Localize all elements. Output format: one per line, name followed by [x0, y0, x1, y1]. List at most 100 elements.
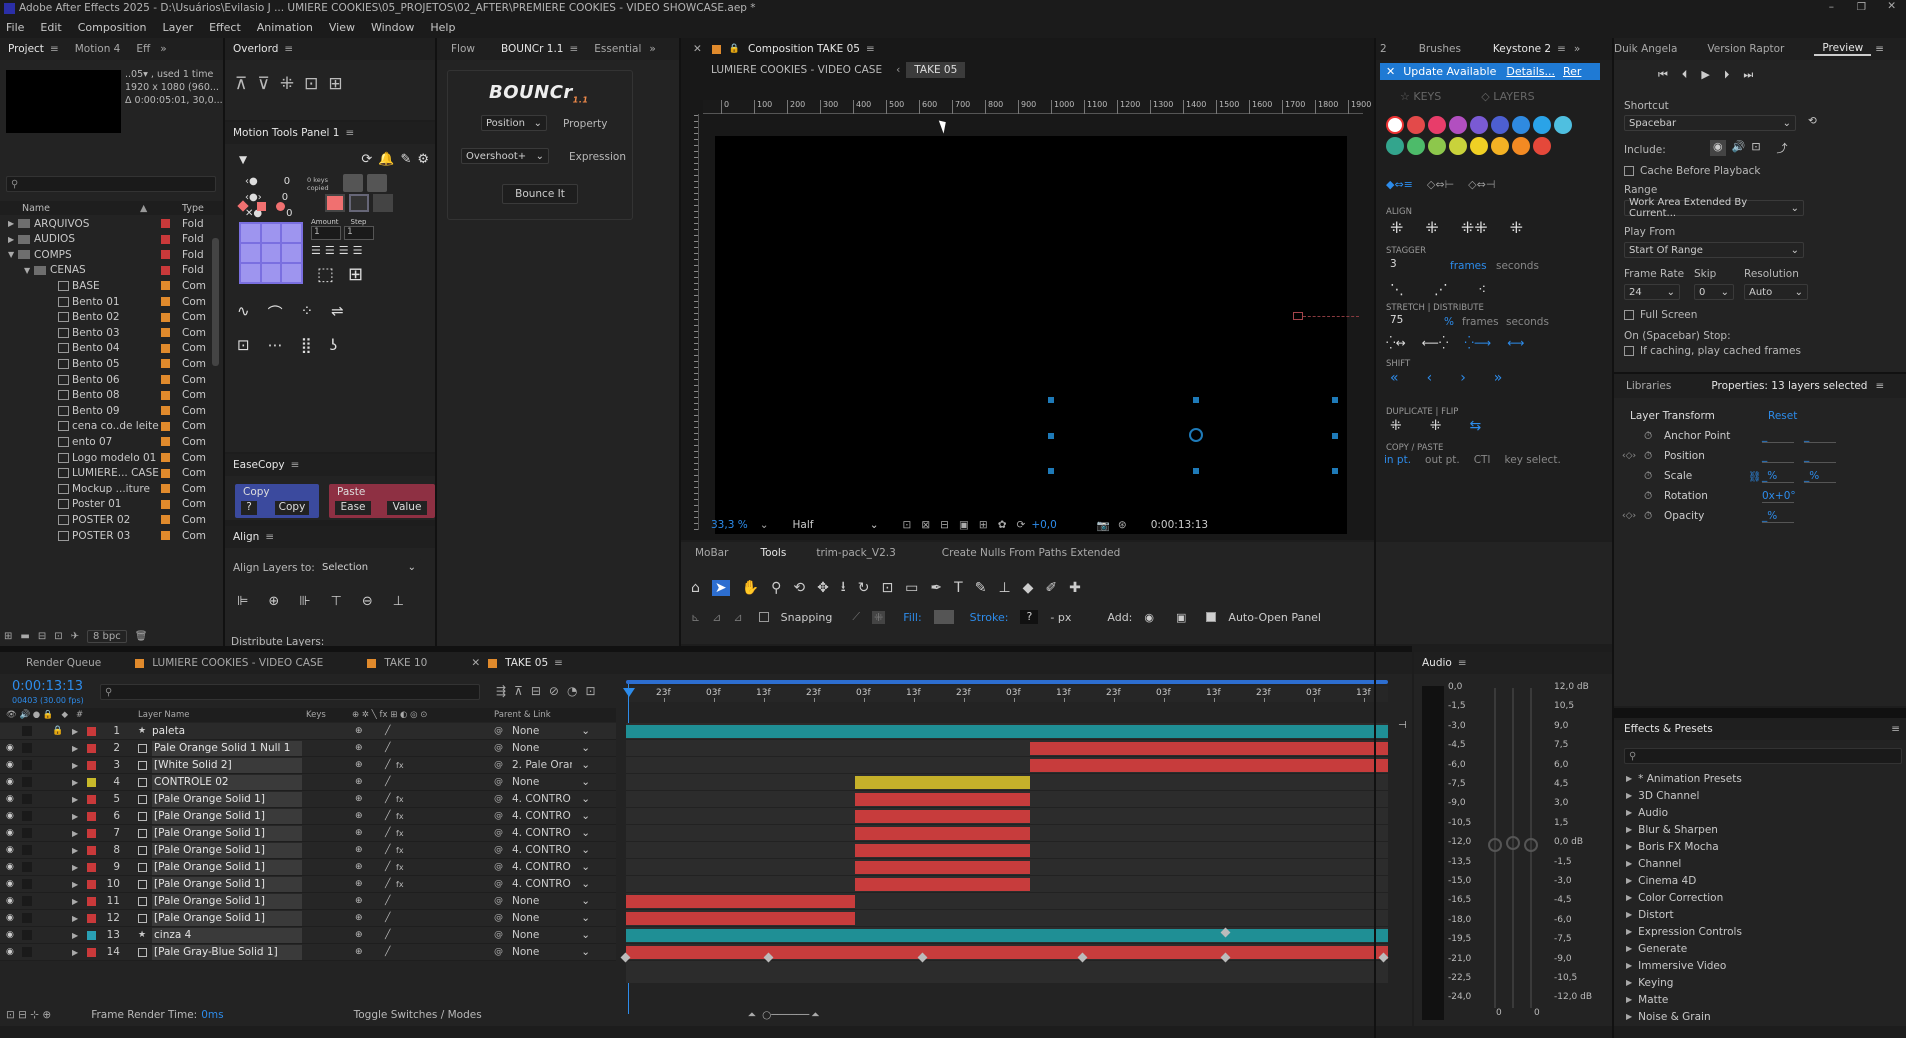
tab-duik[interactable]: Duik Angela	[1614, 43, 1685, 55]
expand-arrow-icon[interactable]: ▶	[72, 761, 78, 770]
align-vcenter-icon[interactable]: ⊖	[362, 594, 373, 609]
visibility-eye-icon[interactable]: ◉	[6, 947, 14, 957]
visibility-eye-icon[interactable]: ◉	[6, 862, 14, 872]
playhead-head-icon[interactable]	[623, 688, 635, 697]
tab-align[interactable]: Align ≡	[225, 531, 282, 543]
view-axis-icon[interactable]: ⊿	[733, 611, 742, 624]
guides-icon[interactable]: ⊞	[979, 519, 988, 531]
align-keys-left-icon[interactable]: ⁜	[1390, 218, 1403, 237]
pickwhip-icon[interactable]: @	[494, 913, 503, 923]
switch-collapse-icon[interactable]: ⊕	[355, 811, 363, 821]
new-folder-icon[interactable]: ▬	[20, 631, 29, 642]
pan-behind-tool-icon[interactable]: ⊡	[881, 580, 893, 596]
timeline-vscroll-icon[interactable]: ⊣	[1398, 720, 1407, 731]
bell-icon[interactable]: 🔔	[378, 152, 394, 167]
overlord-pull-icon[interactable]: ⊽	[257, 74, 269, 94]
project-comp[interactable]: Logo modelo 01 Com	[0, 450, 212, 465]
stroke-label[interactable]: Stroke:	[970, 611, 1009, 624]
stretch-from-icon[interactable]: ⁛⟶	[1464, 336, 1491, 350]
key-square-icon[interactable]	[257, 202, 266, 211]
parent-select[interactable]: 4. CONTRO ⌄	[512, 810, 590, 822]
stagger-input[interactable]: 3	[1386, 258, 1436, 274]
stretch-both-icon[interactable]: ⟷	[1507, 336, 1524, 350]
property-value-1[interactable]: _%	[1762, 470, 1794, 483]
layer-row[interactable]: ◉ ▶ 14 [Pale Gray-Blue Solid 1] ⊕ ╱ @ None ⌄	[0, 944, 616, 961]
pen-tool-icon[interactable]: ✒	[930, 580, 942, 596]
layer-label-color[interactable]	[87, 812, 96, 821]
parent-select[interactable]: 4. CONTRO ⌄	[512, 844, 590, 856]
layer-label-color[interactable]	[87, 727, 96, 736]
effect-category[interactable]: ▶ Cinema 4D	[1620, 872, 1900, 889]
parent-select[interactable]: None ⌄	[512, 929, 590, 941]
effect-category[interactable]: ▶ Immersive Video	[1620, 957, 1900, 974]
effect-category[interactable]: ▶ Boris FX Mocha	[1620, 838, 1900, 855]
visibility-eye-icon[interactable]: ◉	[6, 913, 14, 923]
stretch-seconds-option[interactable]: seconds	[1506, 316, 1549, 328]
tab-project[interactable]: Project ≡	[0, 43, 67, 55]
switch-quality-icon[interactable]: ╱	[385, 879, 390, 889]
motion-blur-icon[interactable]: ◔	[567, 684, 577, 698]
layer-duration-bar[interactable]	[854, 810, 1030, 823]
timeline-ruler[interactable]: 23f 03f 13f 23f 03f 13f 23f 03f 13f 23f 03f 13f 23f 0…	[626, 686, 1388, 702]
menu-item-edit[interactable]: Edit	[40, 21, 61, 34]
dolly-tool-icon[interactable]: ⭳	[841, 576, 846, 600]
close-tab-icon[interactable]: ✕	[693, 43, 702, 55]
layer-duration-bar[interactable]	[1029, 759, 1388, 772]
tab-take10[interactable]: TAKE 10	[376, 657, 435, 669]
stretch-in-icon[interactable]: ⁛↔	[1386, 336, 1406, 350]
selection-tool-icon[interactable]: ➤	[711, 580, 730, 596]
rect-red-button[interactable]	[325, 194, 345, 212]
visibility-eye-icon[interactable]: ◉	[6, 760, 14, 770]
skip-select[interactable]: 0 ⌄	[1694, 284, 1734, 300]
visibility-eye-icon[interactable]: ◉	[6, 828, 14, 838]
parent-select[interactable]: 4. CONTRO ⌄	[512, 878, 590, 890]
shift-first-icon[interactable]: «	[1390, 370, 1399, 386]
tab-effects[interactable]: Eff	[128, 43, 158, 55]
overlord-add-icon[interactable]: ⊞	[328, 74, 342, 94]
effect-category[interactable]: ▶ Keying	[1620, 974, 1900, 991]
color-swatch[interactable]	[1533, 137, 1551, 155]
grid-icon[interactable]: ⊞	[348, 264, 363, 285]
current-time[interactable]: 0:00:13:13	[12, 679, 83, 694]
shy-layers-icon[interactable]: ⊟	[531, 684, 541, 698]
project-folder[interactable]: ▼ COMPS Fold	[0, 247, 212, 262]
rectangle-tool-icon[interactable]: ▭	[905, 580, 918, 596]
panel-menu-icon[interactable]: ≡	[1875, 43, 1884, 55]
layer-row[interactable]: ◉ ▶ 7 [Pale Orange Solid 1] ⊕ ╱ fx @4. CONTRO ⌄	[0, 825, 616, 842]
timeline-search-input[interactable]	[115, 686, 456, 698]
layer-duration-bar[interactable]	[626, 946, 1388, 959]
panel-menu-icon[interactable]: ≡	[1891, 723, 1900, 735]
effect-category[interactable]: ▶ Distort	[1620, 906, 1900, 923]
project-folder[interactable]: ▶ ARQUIVOS Fold	[0, 216, 212, 231]
stopwatch-icon[interactable]: ⏱	[1644, 490, 1652, 503]
parent-select[interactable]: None ⌄	[512, 912, 590, 924]
keys-tab[interactable]: KEYS	[1413, 90, 1441, 103]
dropdown-caret-icon[interactable]: ▼	[239, 154, 247, 166]
project-comp[interactable]: POSTER 02 Com	[0, 512, 212, 527]
panel-menu-icon[interactable]: ≡	[554, 657, 563, 669]
project-folder[interactable]: ▼ CENAS Fold	[0, 263, 212, 278]
property-value-1[interactable]: 0x+0°	[1762, 490, 1796, 503]
project-search-input[interactable]	[21, 178, 202, 190]
switch-collapse-icon[interactable]: ⊕	[355, 896, 363, 906]
effect-category[interactable]: ▶ * Animation Presets	[1620, 770, 1900, 787]
solo-box[interactable]	[22, 794, 32, 804]
project-comp[interactable]: Bento 01 Com	[0, 294, 212, 309]
layer-row[interactable]: ◉ ▶ 3 [White Solid 2] ⊕ ╱ fx @2. Pale Oran ⌄	[0, 757, 616, 774]
solo-box[interactable]	[22, 777, 32, 787]
stagger-random-icon[interactable]: ⁖	[1478, 282, 1486, 298]
parent-select[interactable]: 4. CONTRO ⌄	[512, 793, 590, 805]
tab-overlord[interactable]: Overlord ≡	[225, 43, 301, 55]
panel-menu-icon[interactable]: ≡	[1557, 43, 1566, 55]
switch-collapse-icon[interactable]: ⊕	[355, 760, 363, 770]
visibility-eye-icon[interactable]: ◉	[6, 879, 14, 889]
panel-menu-icon[interactable]: ≡	[345, 127, 354, 139]
orbit-tool-icon[interactable]: ⟲	[793, 580, 805, 596]
tab-brushes[interactable]: Brushes	[1411, 43, 1469, 55]
layer-row[interactable]: ◉ ▶ 8 [Pale Orange Solid 1] ⊕ ╱ fx @4. CONTRO ⌄	[0, 842, 616, 859]
layer-name[interactable]: [Pale Orange Solid 1]	[152, 893, 302, 909]
color-swatch[interactable]	[1554, 116, 1572, 134]
update-banner[interactable]: ✕ Update Available Details... Rer	[1380, 63, 1600, 80]
project-comp[interactable]: Bento 06 Com	[0, 372, 212, 387]
visibility-eye-icon[interactable]: ◉	[6, 930, 14, 940]
